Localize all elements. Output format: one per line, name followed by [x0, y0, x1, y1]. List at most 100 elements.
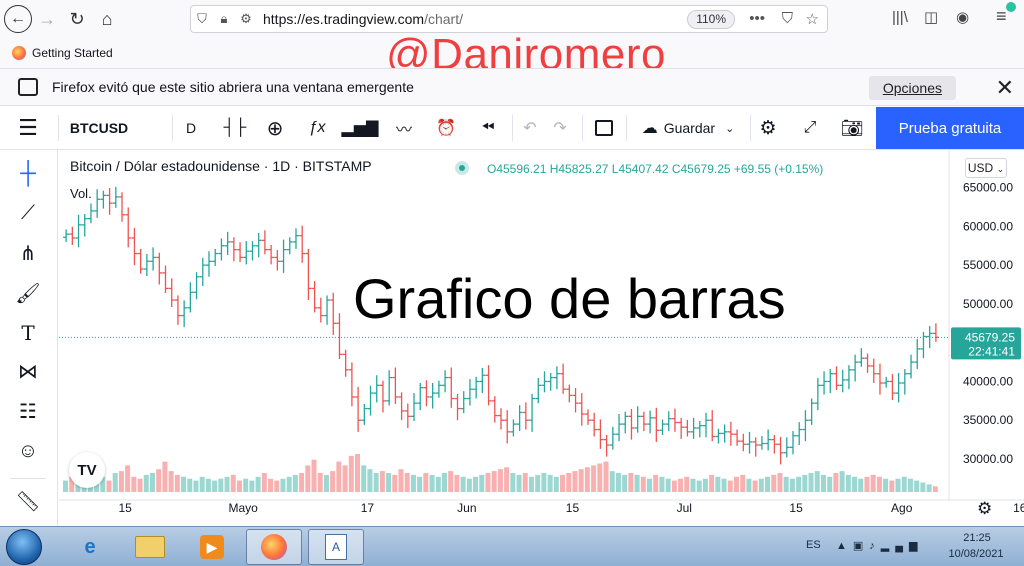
volume-bar — [839, 471, 845, 492]
price-bar — [932, 323, 939, 342]
lock-icon[interactable]: 🔒︎ — [213, 11, 235, 27]
price-bar — [100, 190, 107, 209]
indicator-templates-button[interactable]: 〰 — [386, 107, 422, 149]
indicators-button[interactable]: ƒx — [300, 107, 334, 149]
pocket-icon[interactable]: ⛉ — [782, 10, 793, 27]
symbol-search-button[interactable]: BTCUSD — [62, 107, 136, 149]
emoji-tool[interactable]: ☺ — [12, 436, 44, 466]
price-bar — [821, 371, 828, 395]
fullscreen-button[interactable]: ⤢ — [794, 107, 826, 149]
price-bar — [379, 380, 386, 413]
free-trial-button[interactable]: Prueba gratuita — [876, 107, 1024, 149]
price-bar — [199, 257, 206, 287]
price-bar — [647, 410, 654, 434]
price-bar — [876, 363, 883, 395]
price-tick-label: 30000.00 — [963, 452, 1013, 466]
volume-bar — [305, 465, 311, 492]
volume-bar — [299, 473, 305, 492]
bar-style-button[interactable]: ┤├ — [218, 107, 252, 149]
firefox-taskbar-button[interactable] — [246, 529, 302, 565]
gear-icon[interactable]: ⚙︎ — [977, 499, 992, 519]
zoom-indicator[interactable]: 110% — [687, 10, 735, 29]
volume-bar — [224, 476, 230, 492]
back-button[interactable]: ← — [4, 5, 32, 33]
pattern-tool[interactable]: ⋈ — [12, 356, 44, 386]
chevron-down-icon: ⌄ — [725, 122, 735, 135]
alert-button[interactable]: ⏰ — [428, 107, 464, 149]
ie-taskbar-button[interactable]: e — [62, 529, 118, 565]
bookmark-getting-started[interactable]: Getting Started — [32, 46, 113, 60]
volume-bar — [833, 473, 839, 492]
url-text[interactable]: https://es.tradingview.com/chart/ — [263, 11, 463, 27]
media-taskbar-button[interactable]: ▶ — [184, 529, 240, 565]
forward-button[interactable]: → — [32, 4, 62, 34]
explorer-taskbar-button[interactable] — [122, 529, 178, 565]
price-bar — [547, 372, 554, 391]
compare-button[interactable]: ⊕ — [258, 107, 292, 149]
word-taskbar-button[interactable]: A — [308, 529, 364, 565]
volume-bar — [777, 473, 783, 492]
text-tool[interactable]: T — [12, 318, 44, 348]
price-bar — [206, 251, 212, 277]
price-bar — [609, 426, 616, 450]
hamburger-menu-button[interactable]: ☰ — [8, 107, 48, 149]
chart-area[interactable]: 65000.0060000.0055000.0050000.0045000.00… — [59, 150, 1024, 526]
snapshot-button[interactable]: 📷︎ — [836, 107, 868, 149]
price-bar — [622, 411, 629, 434]
volume-bar — [852, 476, 858, 492]
currency-button[interactable]: USD ⌄ — [965, 158, 1007, 178]
fib-tool[interactable]: ⋔ — [12, 238, 44, 268]
url-bar[interactable]: ⛉ 🔒︎ ⚙︎ https://es.tradingview.com/chart… — [190, 5, 828, 33]
undo-button[interactable]: ↶ — [516, 107, 544, 149]
save-button[interactable]: ☁︎ Guardar ⌄ — [630, 107, 746, 149]
brush-tool[interactable]: 🖌︎ — [12, 278, 44, 308]
interval-button[interactable]: D — [176, 107, 206, 149]
volume-bar — [212, 480, 218, 492]
settings-button[interactable]: ⚙︎ — [752, 107, 784, 149]
system-tray[interactable]: ▲▣♪▂▄▆ — [836, 539, 924, 552]
volume-bar — [311, 459, 317, 492]
tradingview-logo[interactable]: TV — [69, 452, 105, 488]
menu-icon[interactable]: ≡ — [996, 6, 1007, 27]
library-icon[interactable]: |||\ — [892, 9, 908, 26]
fullscreen-layout-button[interactable] — [588, 107, 620, 149]
home-button[interactable]: ⌂ — [92, 4, 122, 34]
firefox-icon — [261, 534, 287, 560]
trendline-tool[interactable]: ⟋ — [12, 198, 44, 228]
price-bar — [261, 230, 268, 255]
volume-legend: Vol. — [70, 186, 92, 201]
crosshair-tool[interactable]: ┼ — [12, 158, 44, 188]
redo-button[interactable]: ↷ — [546, 107, 574, 149]
price-bar — [330, 292, 337, 335]
bookmark-star-icon[interactable]: ☆ — [806, 10, 819, 28]
undo-icon: ↶ — [523, 120, 537, 137]
start-button[interactable] — [6, 529, 42, 565]
permissions-icon[interactable]: ⚙︎ — [235, 11, 257, 27]
clock-date[interactable]: 10/08/2021 — [944, 548, 1008, 560]
price-bar — [758, 436, 765, 450]
volume-bar — [603, 461, 609, 492]
volume-bar — [236, 480, 242, 492]
price-tick-label: 35000.00 — [963, 413, 1013, 427]
more-actions-icon[interactable]: ••• — [749, 10, 765, 27]
volume-bar — [417, 476, 423, 492]
price-bar — [870, 358, 877, 384]
reload-button[interactable]: ↻ — [62, 4, 92, 34]
clock-time[interactable]: 21:25 — [950, 532, 1004, 544]
popup-options-button[interactable]: Opciones — [868, 76, 956, 100]
ruler-tool[interactable]: 📏︎ — [12, 486, 44, 516]
close-icon[interactable]: ✕ — [996, 75, 1014, 101]
price-chart[interactable]: 65000.0060000.0055000.0050000.0045000.00… — [59, 150, 1024, 526]
chevron-down-icon: ⌄ — [996, 164, 1005, 174]
measure-tool[interactable]: ☷ — [12, 396, 44, 426]
divider — [10, 478, 46, 479]
sidebar-icon[interactable]: ◫ — [924, 8, 938, 26]
price-bar — [324, 295, 331, 325]
shield-icon[interactable]: ⛉ — [191, 11, 213, 27]
account-icon[interactable]: ◉ — [956, 8, 969, 26]
replay-button[interactable]: ⏪︎ — [470, 107, 506, 149]
templates-button[interactable]: ▂▅▇ — [342, 107, 379, 149]
price-bar — [243, 241, 250, 265]
language-indicator[interactable]: ES — [806, 539, 821, 551]
price-bar — [361, 403, 368, 425]
